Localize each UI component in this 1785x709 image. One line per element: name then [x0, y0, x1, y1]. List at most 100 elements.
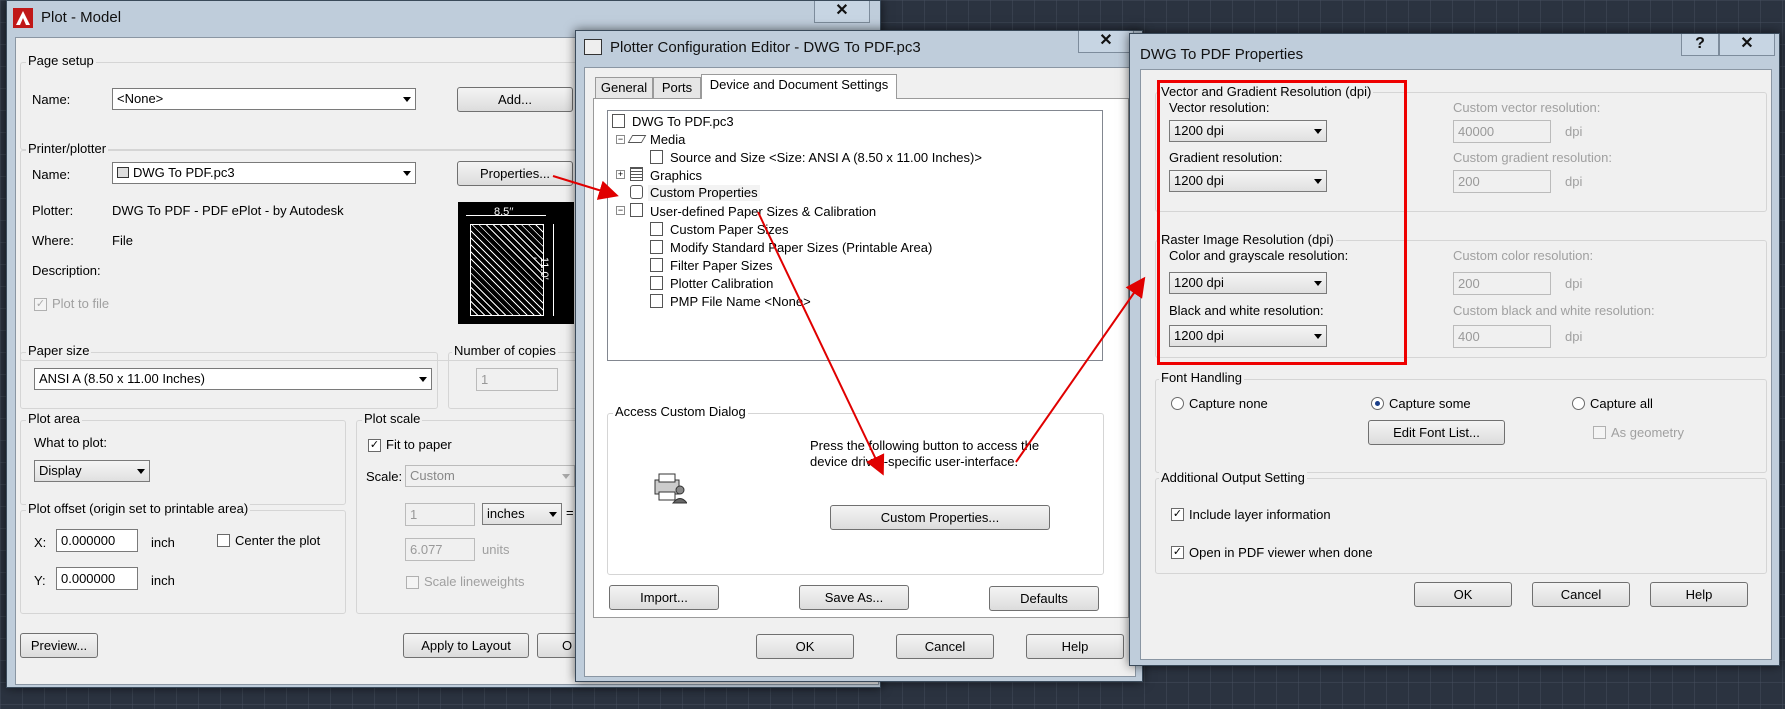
save-as-button[interactable]: Save As...: [799, 585, 909, 610]
chevron-down-icon: [403, 97, 411, 102]
custom-vector-unit: dpi: [1565, 124, 1583, 139]
tree-item-custom-paper-sizes[interactable]: Custom Paper Sizes: [670, 222, 789, 238]
custom-gradient-unit: dpi: [1565, 174, 1583, 189]
plot-scale-label: Plot scale: [362, 411, 423, 426]
access-text-line-1: Press the following button to access the: [810, 438, 1040, 453]
pce-help-button[interactable]: Help: [1026, 634, 1124, 659]
paper-preview: 8.5′′ 11.0′′: [458, 202, 574, 324]
custom-properties-button[interactable]: Custom Properties...: [830, 505, 1050, 530]
page-setup-name-combo[interactable]: <None>: [112, 88, 416, 110]
pce-title-bar[interactable]: Plotter Configuration Editor - DWG To PD…: [576, 31, 1142, 65]
fit-to-paper-checkbox[interactable]: ✓: [368, 439, 381, 452]
preview-button[interactable]: Preview...: [20, 633, 98, 658]
edit-font-list-button[interactable]: Edit Font List...: [1368, 420, 1505, 445]
plot-close-button[interactable]: ✕: [814, 1, 870, 23]
scale-units-combo[interactable]: inches: [482, 503, 562, 525]
custom-vector-input[interactable]: 40000: [1453, 120, 1551, 143]
apply-to-layout-button[interactable]: Apply to Layout: [403, 633, 529, 658]
pce-cancel-button[interactable]: Cancel: [896, 634, 994, 659]
preview-height-label: 11.0′′: [526, 257, 550, 280]
scale-denominator-input[interactable]: 6.077: [405, 538, 475, 561]
font-handling-label: Font Handling: [1159, 370, 1244, 385]
open-pdf-checkbox[interactable]: ✓: [1171, 546, 1184, 559]
pdf-cancel-button[interactable]: Cancel: [1532, 582, 1630, 607]
page-setup-label: Page setup: [26, 53, 96, 68]
tree-item-source-size[interactable]: Source and Size <Size: ANSI A (8.50 x 11…: [670, 150, 982, 166]
tree-item-graphics[interactable]: Graphics: [650, 168, 702, 184]
as-geometry-checkbox[interactable]: [1593, 426, 1606, 439]
tree-item-root[interactable]: DWG To PDF.pc3: [632, 114, 734, 130]
printer-properties-button[interactable]: Properties...: [457, 161, 573, 186]
scale-label: Scale:: [366, 469, 403, 484]
autocad-logo-icon: [13, 8, 33, 28]
custom-gradient-label: Custom gradient resolution:: [1453, 150, 1612, 165]
y-offset-input[interactable]: 0.000000: [56, 567, 138, 590]
tab-general[interactable]: General: [595, 77, 653, 99]
tree-item-plotter-calibration[interactable]: Plotter Calibration: [670, 276, 773, 292]
add-page-setup-button[interactable]: Add...: [457, 87, 573, 112]
capture-none-radio[interactable]: [1171, 397, 1184, 410]
tree-item-media[interactable]: Media: [650, 132, 685, 148]
tree-item-pmp-file[interactable]: PMP File Name <None>: [670, 294, 811, 310]
expand-icon[interactable]: +: [616, 170, 625, 179]
include-layer-checkbox[interactable]: ✓: [1171, 508, 1184, 521]
scale-numerator-input[interactable]: 1: [405, 503, 475, 526]
pdf-title-bar[interactable]: DWG To PDF Properties ? ✕: [1130, 34, 1779, 68]
plotter-value: DWG To PDF - PDF ePlot - by Autodesk: [112, 203, 344, 218]
printer-user-icon: [653, 472, 689, 504]
custom-gradient-input[interactable]: 200: [1453, 170, 1551, 193]
capture-all-radio[interactable]: [1572, 397, 1585, 410]
import-button[interactable]: Import...: [609, 585, 719, 610]
custom-bw-input[interactable]: 400: [1453, 325, 1551, 348]
capture-some-label: Capture some: [1389, 396, 1471, 411]
collapse-icon[interactable]: −: [616, 135, 625, 144]
preview-height-dimension: [553, 224, 554, 316]
printer-name-combo[interactable]: DWG To PDF.pc3: [112, 162, 416, 184]
pce-title: Plotter Configuration Editor - DWG To PD…: [610, 39, 921, 56]
plotter-label: Plotter:: [32, 203, 74, 218]
x-offset-input[interactable]: 0.000000: [56, 529, 138, 552]
collapse-icon[interactable]: −: [616, 206, 625, 215]
tree-item-custom-properties[interactable]: Custom Properties: [648, 185, 760, 201]
tree-item-filter-paper[interactable]: Filter Paper Sizes: [670, 258, 773, 274]
printer-name-label: Name:: [32, 167, 71, 182]
plot-to-file-label: Plot to file: [52, 296, 110, 311]
capture-some-radio[interactable]: [1371, 397, 1384, 410]
help-icon[interactable]: ?: [1681, 34, 1719, 56]
defaults-button[interactable]: Defaults: [989, 586, 1099, 611]
description-label: Description:: [32, 263, 101, 278]
pdf-client: Vector and Gradient Resolution (dpi) Vec…: [1140, 69, 1772, 660]
scale-lineweights-checkbox[interactable]: [406, 576, 419, 589]
tree-item-modify-standard[interactable]: Modify Standard Paper Sizes (Printable A…: [670, 240, 932, 256]
tab-device-document-settings[interactable]: Device and Document Settings: [701, 74, 897, 99]
chevron-down-icon: [403, 171, 411, 176]
scale-combo[interactable]: Custom: [405, 465, 575, 487]
y-offset-unit: inch: [151, 573, 175, 588]
plot-offset-label: Plot offset (origin set to printable are…: [26, 501, 251, 516]
plot-offset-group: [20, 510, 346, 614]
settings-tree[interactable]: DWG To PDF.pc3 − Media Source and Size <…: [607, 110, 1103, 361]
custom-color-input[interactable]: 200: [1453, 272, 1551, 295]
pdf-ok-button[interactable]: OK: [1414, 582, 1512, 607]
pdf-close-button[interactable]: ✕: [1719, 34, 1775, 56]
plot-area-label: Plot area: [26, 411, 83, 426]
what-to-plot-combo[interactable]: Display: [34, 460, 150, 482]
copies-input[interactable]: 1: [476, 368, 558, 391]
plot-to-file-checkbox[interactable]: ✓: [34, 298, 47, 311]
paper-size-combo[interactable]: ANSI A (8.50 x 11.00 Inches): [34, 368, 432, 390]
include-layer-label: Include layer information: [1189, 507, 1331, 522]
copies-label: Number of copies: [452, 343, 558, 358]
plotter-icon: [584, 39, 602, 55]
x-offset-unit: inch: [151, 535, 175, 550]
center-plot-checkbox[interactable]: [217, 534, 230, 547]
pdf-help-button[interactable]: Help: [1650, 582, 1748, 607]
tab-ports[interactable]: Ports: [653, 77, 701, 99]
pce-close-button[interactable]: ✕: [1078, 31, 1134, 53]
access-custom-label: Access Custom Dialog: [613, 404, 748, 419]
modify-paper-icon: [650, 240, 663, 254]
chevron-down-icon: [549, 512, 557, 517]
custom-paper-icon: [650, 222, 663, 236]
pce-ok-button[interactable]: OK: [756, 634, 854, 659]
tree-item-user-defined[interactable]: User-defined Paper Sizes & Calibration: [650, 204, 876, 220]
plot-title: Plot - Model: [41, 9, 122, 26]
